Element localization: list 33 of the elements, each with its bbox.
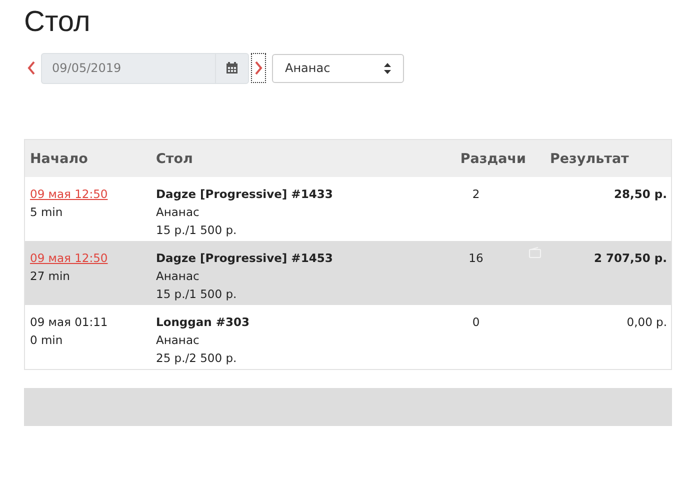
chevron-right-icon bbox=[254, 60, 263, 76]
column-header: Результат bbox=[550, 152, 629, 166]
column-header: Раздачи bbox=[460, 152, 526, 166]
duration: 5 min bbox=[30, 205, 64, 219]
start-time: 09 мая 01:11 bbox=[30, 315, 109, 329]
stakes: 15 р./1 500 р. bbox=[156, 287, 238, 301]
result-amount: 28,50 р. bbox=[614, 187, 667, 201]
column-header: Стол bbox=[156, 152, 194, 166]
room-name: Ананас bbox=[156, 269, 200, 283]
duration: 27 min bbox=[30, 269, 71, 283]
table-name: Dagze [Progressive] #1433 bbox=[156, 187, 334, 201]
page-title: Стол bbox=[24, 6, 92, 39]
hands-count: 2 bbox=[472, 187, 480, 201]
duration: 0 min bbox=[30, 333, 64, 347]
table-row[interactable]: 09 мая 12:50 27 min Dagze [Progressive] #1453 Ананас 15 р./1 500 р. 16 2 707,50 р. bbox=[25, 241, 671, 305]
table-name: Dagze [Progressive] #1453 bbox=[156, 251, 334, 265]
result-amount: 0,00 р. bbox=[626, 315, 667, 329]
calendar-button[interactable] bbox=[215, 52, 249, 84]
room-name: Ананас bbox=[156, 333, 200, 347]
chevron-left-icon bbox=[27, 60, 36, 76]
sort-caret-icon bbox=[384, 62, 391, 74]
room-name: Ананас bbox=[156, 205, 200, 219]
result-amount: 2 707,50 р. bbox=[594, 251, 667, 265]
hands-count: 16 bbox=[468, 251, 484, 265]
stakes: 15 р./1 500 р. bbox=[156, 223, 238, 237]
start-time-link[interactable]: 09 мая 12:50 bbox=[30, 187, 108, 201]
column-header: Начало bbox=[30, 152, 89, 166]
next-day-button[interactable] bbox=[251, 53, 266, 83]
calendar-icon bbox=[226, 62, 238, 74]
table-name: Longgan #303 bbox=[156, 315, 250, 329]
hands-count: 0 bbox=[472, 315, 480, 329]
room-select[interactable]: Ананас bbox=[272, 54, 404, 82]
stakes: 25 р./2 500 р. bbox=[156, 351, 238, 365]
